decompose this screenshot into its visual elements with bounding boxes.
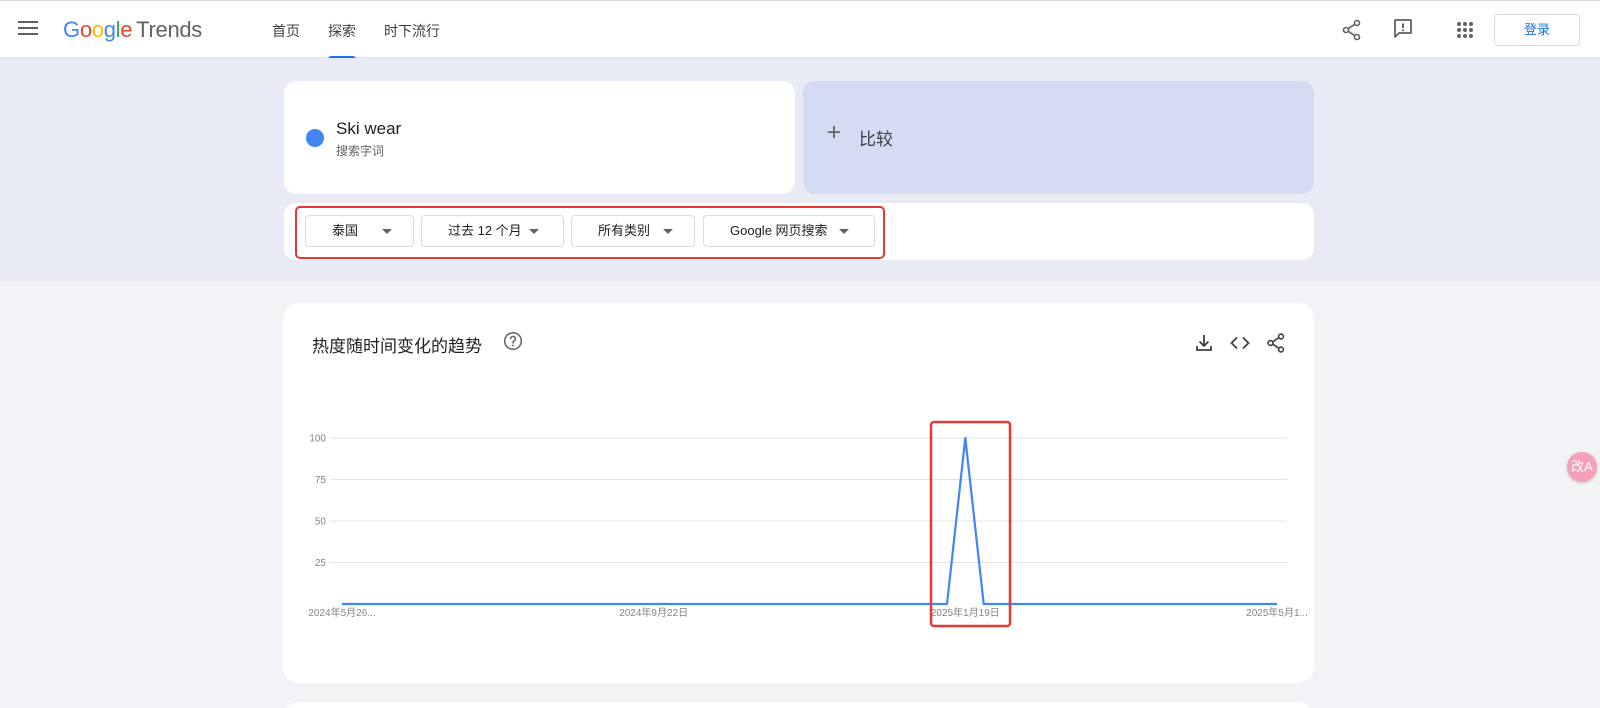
peak-highlight-box — [929, 420, 1012, 628]
side-badge[interactable]: 改A — [1567, 452, 1597, 482]
y-tick-label: 25 — [315, 558, 327, 569]
y-tick-label: 50 — [315, 517, 327, 528]
chart-x-ticks: 2024年5月26... 2024年9月22日 2025年1月19日 2025年5月1… — [308, 606, 1307, 619]
next-card-edge — [283, 702, 1314, 708]
x-tick-label: 2025年1月19日 — [931, 606, 1000, 619]
y-tick-label: 75 — [315, 475, 327, 486]
chart-y-ticks: 25 50 75 100 — [309, 434, 326, 570]
interest-line-chart: 25 50 75 100 2024年5月26... 2024年9月22日 2025年1月1… — [308, 420, 1308, 628]
x-tick-label: 2025年5月1... — [1246, 606, 1308, 619]
chart-gridlines — [330, 437, 1287, 563]
x-tick-label: 2024年5月26... — [308, 606, 375, 619]
x-tick-label: 2024年9月22日 — [619, 606, 688, 619]
y-tick-label: 100 — [309, 434, 326, 445]
